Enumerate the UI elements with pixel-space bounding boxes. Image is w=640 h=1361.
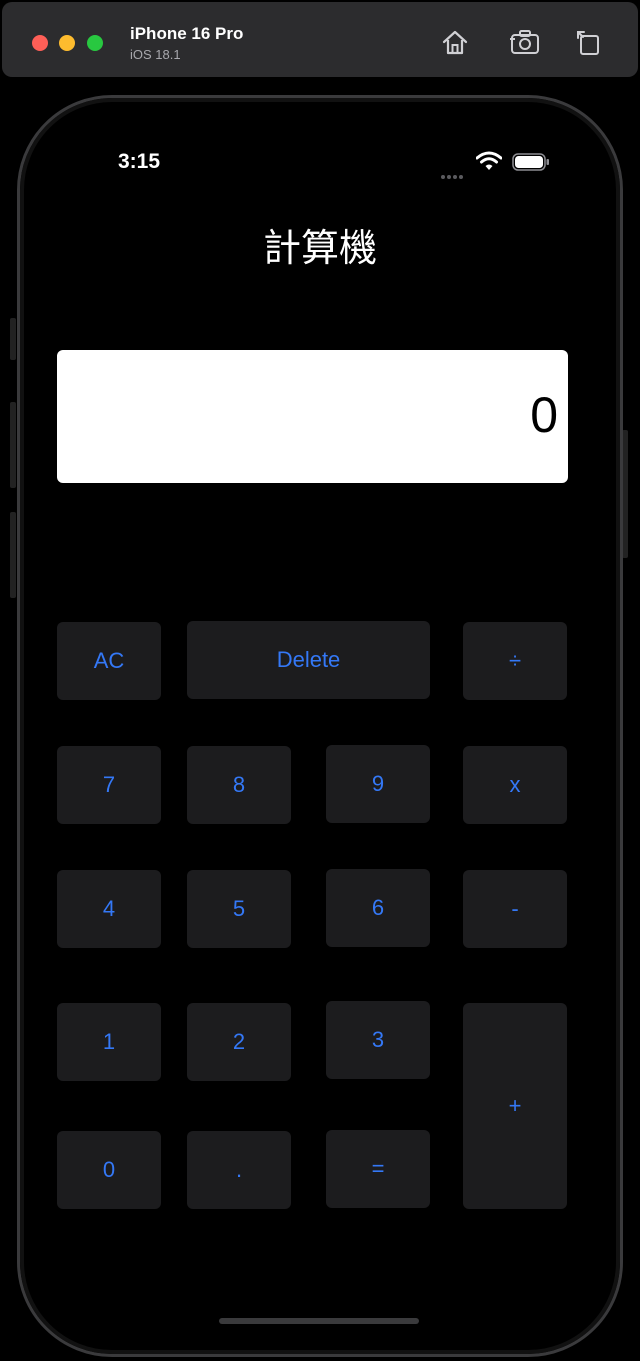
divide-button[interactable]: ÷	[463, 622, 567, 700]
rotate-icon[interactable]	[572, 26, 604, 58]
minus-button[interactable]: -	[463, 870, 567, 948]
app-title: 計算機	[262, 226, 377, 270]
multiply-button[interactable]: x	[463, 746, 567, 824]
volume-down-button	[10, 512, 16, 598]
six-button[interactable]: 6	[326, 869, 430, 947]
cellular-signal-icon	[441, 166, 465, 184]
home-indicator[interactable]	[219, 1318, 419, 1324]
display-value: 0	[530, 387, 558, 443]
os-version: iOS 18.1	[130, 47, 181, 62]
equals-button[interactable]: =	[326, 1130, 430, 1208]
five-button[interactable]: 5	[187, 870, 291, 948]
ac-button[interactable]: AC	[57, 622, 161, 700]
one-button[interactable]: 1	[57, 1003, 161, 1081]
action-button	[10, 318, 16, 360]
close-window-button[interactable]	[32, 35, 48, 51]
plus-button[interactable]: +	[463, 1003, 567, 1209]
three-button[interactable]: 3	[326, 1001, 430, 1079]
decimal-button[interactable]: .	[187, 1131, 291, 1209]
nine-button[interactable]: 9	[326, 745, 430, 823]
zero-button[interactable]: 0	[57, 1131, 161, 1209]
screenshot-icon[interactable]	[509, 26, 541, 58]
wifi-icon	[476, 151, 502, 170]
status-time: 3:15	[118, 150, 161, 173]
device-name: iPhone 16 Pro	[130, 24, 244, 43]
minimize-window-button[interactable]	[59, 35, 75, 51]
four-button[interactable]: 4	[57, 870, 161, 948]
simulator-toolbar: iPhone 16 Pro iOS 18.1	[2, 2, 638, 77]
eight-button[interactable]: 8	[187, 746, 291, 824]
delete-button[interactable]: Delete	[187, 621, 430, 699]
calculator-display: 0	[57, 350, 568, 483]
home-icon[interactable]	[439, 26, 471, 58]
zoom-window-button[interactable]	[87, 35, 103, 51]
volume-up-button	[10, 402, 16, 488]
seven-button[interactable]: 7	[57, 746, 161, 824]
two-button[interactable]: 2	[187, 1003, 291, 1081]
battery-icon	[512, 153, 549, 171]
